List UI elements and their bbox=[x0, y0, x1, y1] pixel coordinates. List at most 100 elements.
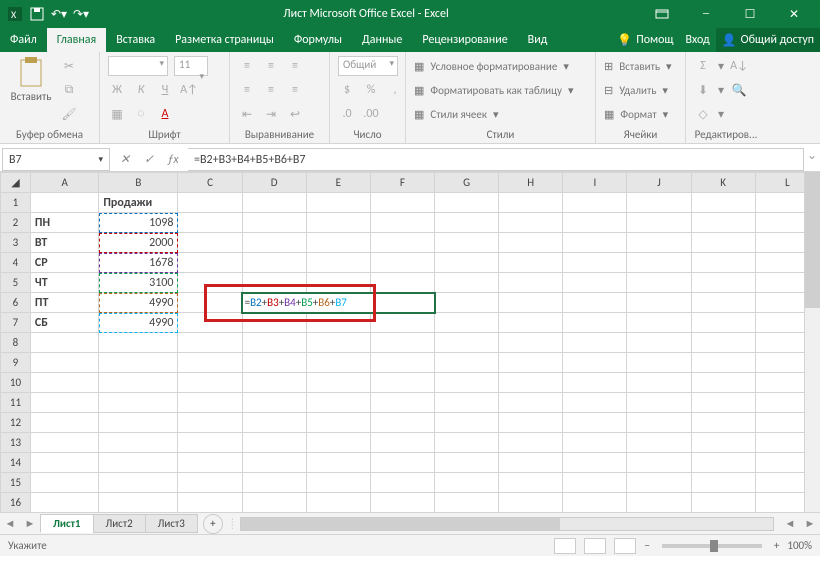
cell[interactable]: Продажи bbox=[99, 193, 178, 213]
row-header[interactable]: 13 bbox=[1, 433, 31, 453]
vertical-scrollbar[interactable] bbox=[804, 172, 820, 512]
bold-button[interactable]: Ж bbox=[108, 81, 126, 99]
col-header[interactable]: H bbox=[499, 173, 563, 193]
wrap-text-button[interactable]: ↩ bbox=[286, 105, 304, 123]
conditional-formatting-button[interactable]: ▦Условное форматирование▾ bbox=[414, 56, 573, 76]
align-top-button[interactable]: ≡ bbox=[238, 57, 256, 75]
row-header[interactable]: 6 bbox=[1, 293, 31, 313]
row-header[interactable]: 1 bbox=[1, 193, 31, 213]
align-center-button[interactable]: ≡ bbox=[262, 81, 280, 99]
font-name-dropdown[interactable] bbox=[108, 56, 168, 76]
row-header[interactable]: 3 bbox=[1, 233, 31, 253]
col-header[interactable]: K bbox=[691, 173, 755, 193]
cancel-formula-button[interactable]: ✕ bbox=[114, 152, 136, 167]
sheet-tab[interactable]: Лист3 bbox=[145, 514, 198, 533]
page-break-view-button[interactable] bbox=[614, 538, 636, 554]
sheet-nav-prev[interactable]: ◄ bbox=[0, 517, 20, 530]
row-header[interactable]: 4 bbox=[1, 253, 31, 273]
italic-button[interactable]: К bbox=[132, 81, 150, 99]
paste-button[interactable]: Вставить bbox=[8, 56, 54, 103]
cell[interactable]: ПН bbox=[30, 213, 98, 233]
save-icon[interactable] bbox=[30, 7, 44, 21]
col-header[interactable]: J bbox=[627, 173, 691, 193]
tab-insert[interactable]: Вставка bbox=[106, 28, 165, 52]
sheet-nav-next[interactable]: ► bbox=[20, 517, 40, 530]
decrease-indent-button[interactable]: ⇤ bbox=[238, 105, 256, 123]
increase-indent-button[interactable]: ⇥ bbox=[262, 105, 280, 123]
scroll-right[interactable]: ► bbox=[800, 517, 820, 530]
maximize-icon[interactable]: ☐ bbox=[730, 2, 770, 26]
cell[interactable]: 1098 bbox=[99, 213, 178, 233]
cell[interactable]: 2000 bbox=[99, 233, 178, 253]
increase-font-button[interactable]: A↑ bbox=[180, 81, 198, 99]
format-as-table-button[interactable]: ▦Форматировать как таблицу▾ bbox=[414, 80, 573, 100]
row-header[interactable]: 5 bbox=[1, 273, 31, 293]
row-header[interactable]: 9 bbox=[1, 353, 31, 373]
zoom-level[interactable]: 100% bbox=[787, 539, 812, 552]
cell[interactable]: 1678 bbox=[99, 253, 178, 273]
cell[interactable]: 4990 bbox=[99, 313, 178, 333]
close-icon[interactable]: ✕ bbox=[774, 2, 814, 26]
col-header[interactable]: I bbox=[563, 173, 627, 193]
select-all-corner[interactable]: ◢ bbox=[1, 173, 31, 193]
tab-home[interactable]: Главная bbox=[47, 28, 106, 52]
col-header[interactable]: E bbox=[306, 173, 370, 193]
row-header[interactable]: 2 bbox=[1, 213, 31, 233]
fill-button[interactable]: ⬇ bbox=[694, 81, 712, 99]
tab-file[interactable]: Файл bbox=[0, 28, 47, 52]
align-left-button[interactable]: ≡ bbox=[238, 81, 256, 99]
number-format-dropdown[interactable]: Общий bbox=[338, 56, 398, 76]
minimize-icon[interactable]: ─ bbox=[686, 2, 726, 26]
cell[interactable]: ВТ bbox=[30, 233, 98, 253]
col-header[interactable]: D bbox=[242, 173, 306, 193]
format-cells-button[interactable]: ▦Формат▾ bbox=[604, 104, 672, 124]
sheet-tab[interactable]: Лист2 bbox=[93, 514, 146, 533]
find-select-button[interactable]: 🔍 bbox=[730, 81, 748, 99]
sheet-tab[interactable]: Лист1 bbox=[40, 514, 94, 533]
new-sheet-button[interactable]: + bbox=[203, 514, 223, 534]
font-size-dropdown[interactable]: 11 bbox=[174, 56, 208, 76]
align-bottom-button[interactable]: ≡ bbox=[286, 57, 304, 75]
border-button[interactable]: ▦ bbox=[108, 105, 126, 123]
normal-view-button[interactable] bbox=[554, 538, 576, 554]
tell-me[interactable]: 💡Помощ bbox=[611, 28, 679, 52]
zoom-out-button[interactable]: − bbox=[644, 539, 649, 552]
format-painter-icon[interactable]: 🖌 bbox=[60, 105, 78, 123]
name-box[interactable]: B7▾ bbox=[2, 148, 110, 171]
row-header[interactable]: 8 bbox=[1, 333, 31, 353]
fill-color-button[interactable]: ◌ bbox=[132, 105, 150, 123]
tab-data[interactable]: Данные bbox=[352, 28, 412, 52]
insert-function-button[interactable]: ƒx bbox=[162, 153, 184, 167]
row-header[interactable]: 10 bbox=[1, 373, 31, 393]
formula-editing-cell[interactable]: =B2+B3+B4+B5+B6+B7 bbox=[242, 293, 434, 313]
cell[interactable]: СБ bbox=[30, 313, 98, 333]
row-header[interactable]: 14 bbox=[1, 453, 31, 473]
zoom-slider[interactable] bbox=[662, 544, 762, 548]
currency-button[interactable]: $ bbox=[338, 81, 356, 99]
row-header[interactable]: 16 bbox=[1, 493, 31, 513]
increase-decimal-button[interactable]: .0 bbox=[338, 105, 356, 123]
tab-formulas[interactable]: Формулы bbox=[284, 28, 352, 52]
delete-cells-button[interactable]: ⊟Удалить▾ bbox=[604, 80, 672, 100]
share-button[interactable]: 👤Общий доступ bbox=[716, 28, 820, 52]
tab-layout[interactable]: Разметка страницы bbox=[165, 28, 284, 52]
cut-icon[interactable]: ✂ bbox=[60, 57, 78, 75]
enter-formula-button[interactable]: ✓ bbox=[138, 152, 160, 167]
cell[interactable]: СР bbox=[30, 253, 98, 273]
cell[interactable]: 3100 bbox=[99, 273, 178, 293]
horizontal-scrollbar[interactable] bbox=[240, 517, 774, 531]
percent-button[interactable]: % bbox=[362, 81, 380, 99]
underline-button[interactable]: Ч bbox=[156, 81, 174, 99]
insert-cells-button[interactable]: ⊞Вставить▾ bbox=[604, 56, 672, 76]
tab-review[interactable]: Рецензирование bbox=[412, 28, 517, 52]
col-header[interactable]: F bbox=[370, 173, 434, 193]
redo-icon[interactable]: ↷▾ bbox=[74, 7, 88, 21]
cell[interactable]: 4990 bbox=[99, 293, 178, 313]
col-header[interactable]: B bbox=[99, 173, 178, 193]
align-right-button[interactable]: ≡ bbox=[286, 81, 304, 99]
ribbon-options-icon[interactable] bbox=[642, 2, 682, 26]
col-header[interactable]: C bbox=[178, 173, 242, 193]
worksheet-grid[interactable]: ◢ A B C D E F G H I J K L 1Продажи 2ПН10… bbox=[0, 172, 820, 512]
comma-button[interactable]: , bbox=[386, 81, 404, 99]
cell-styles-button[interactable]: ▦Стили ячеек▾ bbox=[414, 104, 573, 124]
